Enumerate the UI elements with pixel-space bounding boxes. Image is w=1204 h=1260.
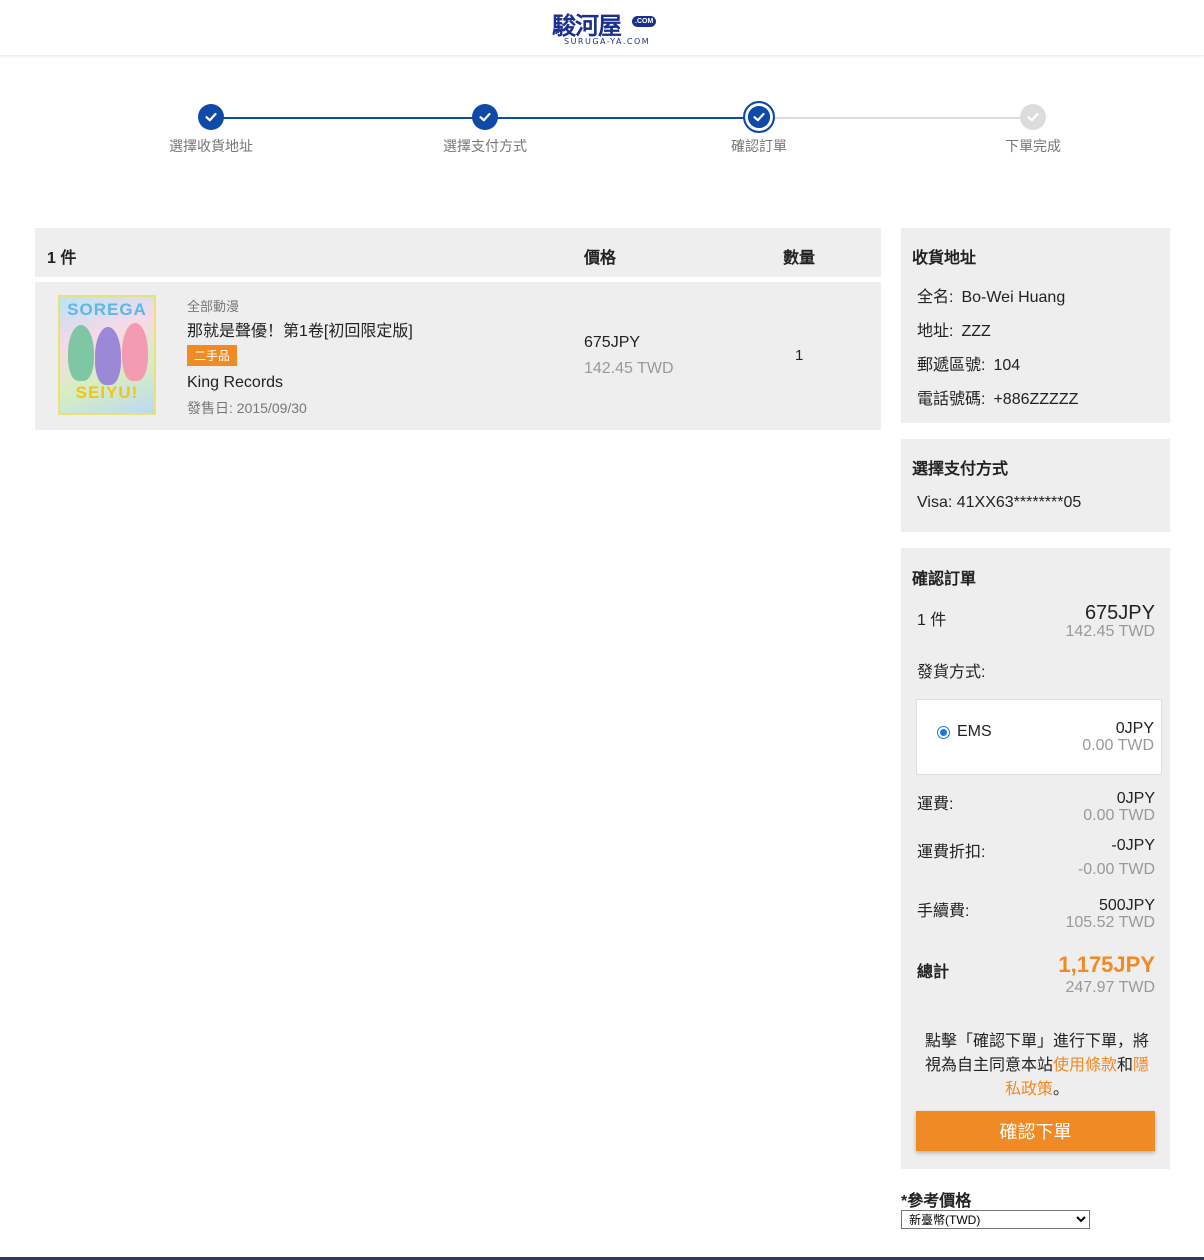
check-icon: [743, 101, 775, 133]
total-twd: 247.97 TWD: [1065, 979, 1155, 996]
item-count: 1 件: [47, 250, 77, 267]
release-date: 發售日: 2015/09/30: [187, 400, 307, 416]
check-icon: [472, 104, 498, 130]
item-price-twd: 142.45 TWD: [584, 360, 674, 377]
name-label: 全名:: [917, 289, 954, 306]
name-value: Bo-Wei Huang: [961, 289, 1066, 306]
step-label: 下單完成: [1005, 138, 1061, 154]
freight-twd: 0.00 TWD: [1083, 807, 1155, 824]
qty-column-header: 數量: [783, 250, 816, 267]
cover-figure: [122, 323, 148, 381]
cart-item-row: SOREGA SEIYU! 全部動漫 那就是聲優！第1卷[初回限定版] 二手品 …: [35, 282, 881, 430]
terms-link[interactable]: 使用條款: [1053, 1057, 1117, 1074]
logo-subtext: SURUGA-YA.COM: [564, 37, 651, 46]
freight-label: 運費:: [917, 796, 954, 813]
step-payment: 選擇支付方式: [415, 104, 555, 156]
cart-table-header: 1 件 價格 數量: [35, 228, 881, 277]
ems-label: EMS: [957, 723, 992, 740]
phone-value: +886ZZZZZ: [993, 391, 1079, 408]
card-info: Visa: 41XX63********05: [917, 494, 1082, 511]
fee-twd: 105.52 TWD: [1065, 914, 1155, 931]
shipping-option-ems[interactable]: EMS 0JPY 0.00 TWD: [916, 699, 1162, 775]
ems-price-jpy: 0JPY: [1115, 720, 1154, 737]
phone-label: 電話號碼:: [917, 391, 986, 408]
zip-row: 郵遞區號: 104: [917, 351, 1020, 375]
cover-title-bottom: SEIYU!: [75, 383, 139, 402]
item-price-jpy: 675JPY: [584, 334, 641, 351]
freight-jpy: 0JPY: [1116, 790, 1155, 807]
ems-radio[interactable]: [937, 726, 950, 739]
step-label: 選擇支付方式: [443, 138, 527, 154]
zip-value: 104: [993, 357, 1021, 374]
item-quantity: 1: [795, 347, 804, 364]
check-icon: [198, 104, 224, 130]
address-value: ZZZ: [961, 323, 991, 340]
cover-figure: [68, 325, 94, 381]
subtotal-jpy: 675JPY: [1084, 602, 1155, 624]
notice-end: 。: [1053, 1081, 1070, 1098]
step-label: 確認訂單: [731, 138, 787, 154]
total-label: 總計: [917, 964, 950, 981]
product-category[interactable]: 全部動漫: [187, 296, 239, 315]
ems-price-twd: 0.00 TWD: [1082, 737, 1154, 754]
site-header: 駿河屋 .COM SURUGA-YA.COM: [0, 0, 1204, 55]
cover-figure: [95, 327, 121, 385]
shipping-method-label: 發貨方式:: [917, 664, 986, 681]
checkout-progress: 選擇收貨地址 選擇支付方式 確認訂單 下單完成: [0, 90, 1204, 170]
address-label: 地址:: [917, 323, 954, 340]
panel-title: 收貨地址: [912, 250, 977, 267]
logo-com-badge: .COM: [632, 16, 657, 27]
price-column-header: 價格: [584, 250, 617, 267]
step-label: 選擇收貨地址: [169, 138, 253, 154]
check-icon: [1020, 104, 1046, 130]
confirm-order-button[interactable]: 確認下單: [916, 1111, 1155, 1151]
fee-label: 手續費:: [917, 903, 970, 920]
notice-and: 和: [1117, 1057, 1134, 1074]
product-name[interactable]: 那就是聲優！第1卷[初回限定版]: [187, 317, 413, 341]
step-confirm: 確認訂單: [689, 101, 829, 156]
discount-label: 運費折扣:: [917, 844, 986, 861]
terms-notice: 點擊「確認下單」進行下單，將視為自主同意本站使用條款和隱私政策。: [921, 1030, 1153, 1102]
discount-jpy: -0JPY: [1111, 837, 1155, 854]
address-line-row: 地址: ZZZ: [917, 317, 991, 341]
logo-text: 駿河屋: [552, 11, 622, 40]
address-name-row: 全名: Bo-Wei Huang: [917, 283, 1065, 307]
panel-title: 確認訂單: [912, 571, 977, 588]
reference-price-title: *參考價格: [901, 1193, 972, 1210]
phone-row: 電話號碼: +886ZZZZZ: [917, 385, 1078, 409]
subtotal-twd: 142.45 TWD: [1065, 623, 1155, 640]
order-item-count: 1 件: [917, 612, 947, 629]
step-address: 選擇收貨地址: [141, 104, 281, 156]
currency-select[interactable]: 新臺幣(TWD): [901, 1210, 1090, 1229]
cover-title-top: SOREGA: [67, 300, 147, 319]
zip-label: 郵遞區號:: [917, 357, 986, 374]
fee-jpy: 500JPY: [1098, 897, 1155, 914]
order-summary-panel: 確認訂單 1 件 675JPY 142.45 TWD 發貨方式: EMS 0JP…: [901, 548, 1170, 1169]
product-cover-image[interactable]: SOREGA SEIYU!: [58, 295, 156, 415]
panel-title: 選擇支付方式: [912, 461, 1009, 478]
product-maker: King Records: [187, 374, 284, 391]
total-jpy: 1,175JPY: [1058, 952, 1155, 977]
shipping-address-panel: 收貨地址 全名: Bo-Wei Huang 地址: ZZZ 郵遞區號: 104 電話號…: [901, 228, 1170, 423]
discount-twd: -0.00 TWD: [1077, 861, 1155, 878]
suruga-ya-logo[interactable]: 駿河屋 .COM SURUGA-YA.COM: [552, 6, 657, 48]
payment-method-panel: 選擇支付方式 Visa: 41XX63********05: [901, 439, 1170, 532]
step-complete: 下單完成: [963, 104, 1103, 156]
condition-badge: 二手品: [187, 345, 238, 366]
